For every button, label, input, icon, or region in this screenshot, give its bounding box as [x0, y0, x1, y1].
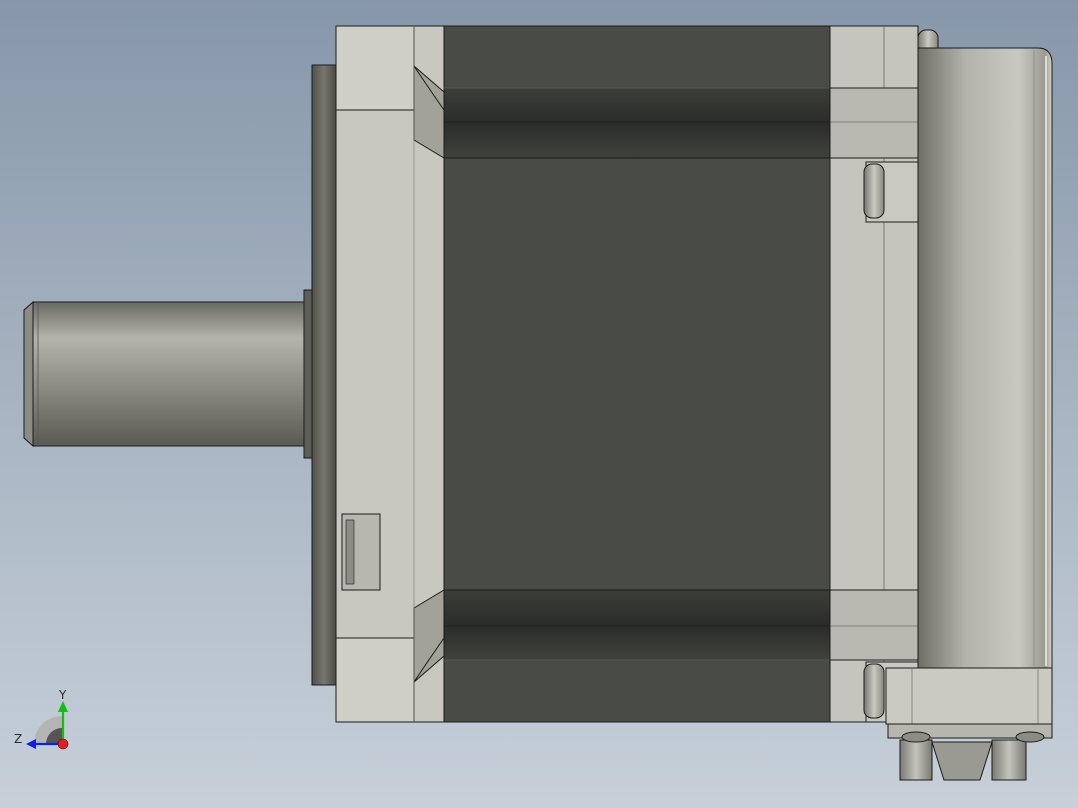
motor-shaft[interactable]: [23, 300, 306, 448]
z-axis-label: Z: [14, 732, 22, 746]
x-axis-dot: [57, 738, 69, 750]
front-flange: [335, 25, 445, 723]
front-pilot-ring: [311, 64, 337, 686]
stator-body: [443, 25, 831, 723]
cad-viewport[interactable]: Y Z: [0, 0, 1078, 808]
encoder-cap: [917, 47, 1053, 669]
rear-end-cap: [829, 25, 919, 723]
y-axis-label: Y: [58, 688, 67, 702]
